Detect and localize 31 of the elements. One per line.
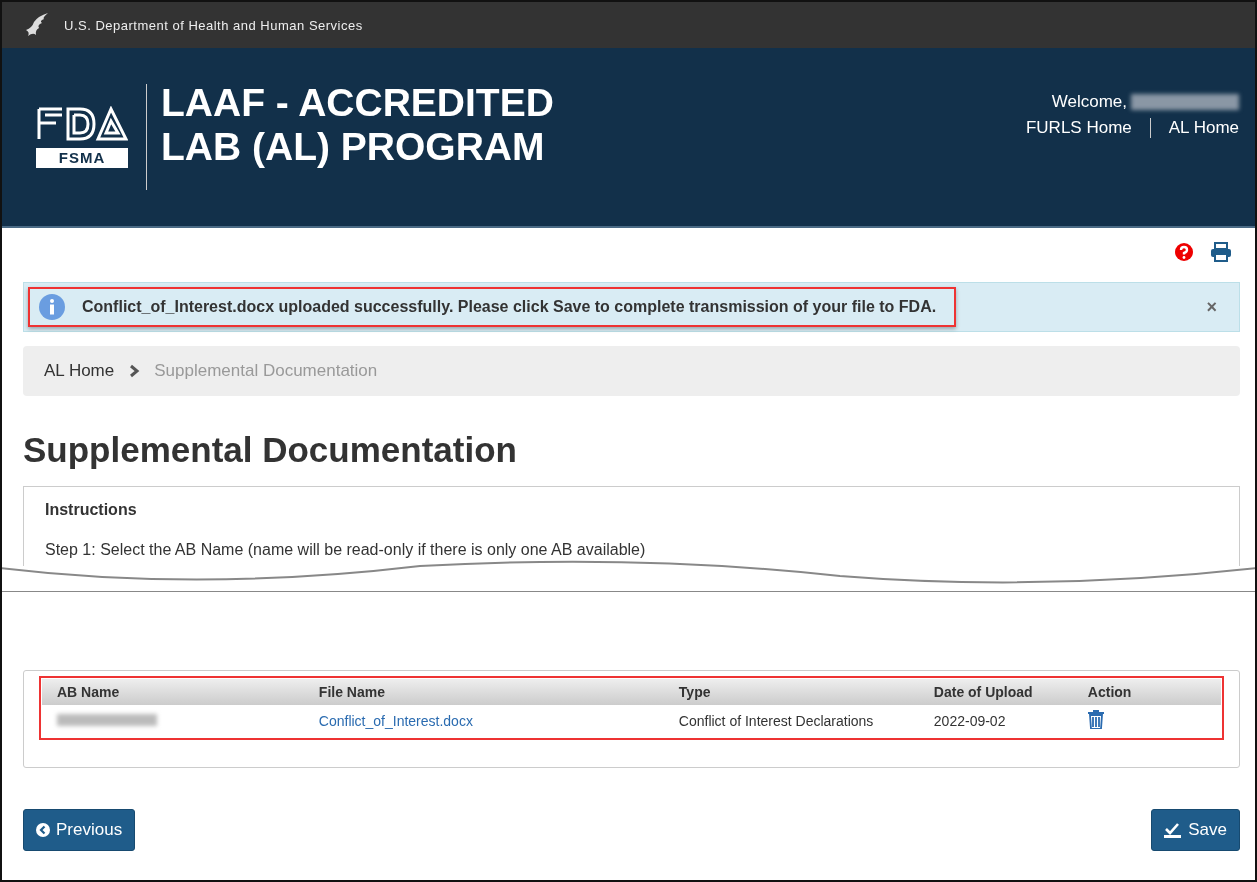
- table-cell: Conflict of Interest Declarations: [663, 705, 919, 737]
- print-icon[interactable]: [1210, 242, 1232, 262]
- program-title: LAAF - ACCREDITED: [161, 81, 555, 125]
- table-cell: 2022-09-02: [918, 705, 1073, 737]
- column-header: Type: [663, 679, 919, 705]
- trash-icon[interactable]: [1087, 710, 1104, 729]
- column-header: Date of Upload: [918, 679, 1073, 705]
- header-link[interactable]: AL Home: [1168, 118, 1239, 138]
- previous-button[interactable]: Previous: [23, 809, 136, 851]
- breadcrumb-current: Supplemental Documentation: [154, 361, 378, 381]
- page-title: Supplemental Documentation: [23, 430, 518, 470]
- close-button[interactable]: ×: [1202, 296, 1221, 318]
- instruction-step: Step 1: Select the AB Name (name will be read-only if there is only one AB available): [45, 541, 1218, 559]
- chevron-icon: [128, 364, 141, 378]
- instructions-heading: Instructions: [45, 501, 138, 519]
- check-icon: [1164, 822, 1183, 838]
- chevron-circle-icon: [36, 823, 50, 837]
- file-link[interactable]: Conflict_of_Interest.docx: [318, 713, 473, 729]
- welcome-text: Welcome,: [1051, 92, 1127, 112]
- header-link[interactable]: FURLS Home: [1025, 118, 1132, 138]
- alert-message: Conflict_of_Interest.docx uploaded successfully. Please click Save to complete transmission of your file to FDA.: [82, 298, 937, 316]
- column-header: AB Name: [42, 679, 304, 705]
- info-icon: [38, 293, 66, 321]
- help-icon[interactable]: [1174, 242, 1194, 262]
- breadcrumb-link[interactable]: AL Home: [44, 361, 115, 381]
- column-header: File Name: [303, 679, 664, 705]
- agency-name: U.S. Department of Health and Human Services: [64, 17, 363, 33]
- column-header: Action: [1072, 679, 1221, 705]
- logo-text: FSMA: [36, 148, 128, 168]
- program-title: LAB (AL) PROGRAM: [161, 125, 546, 169]
- save-button[interactable]: Save: [1151, 809, 1240, 851]
